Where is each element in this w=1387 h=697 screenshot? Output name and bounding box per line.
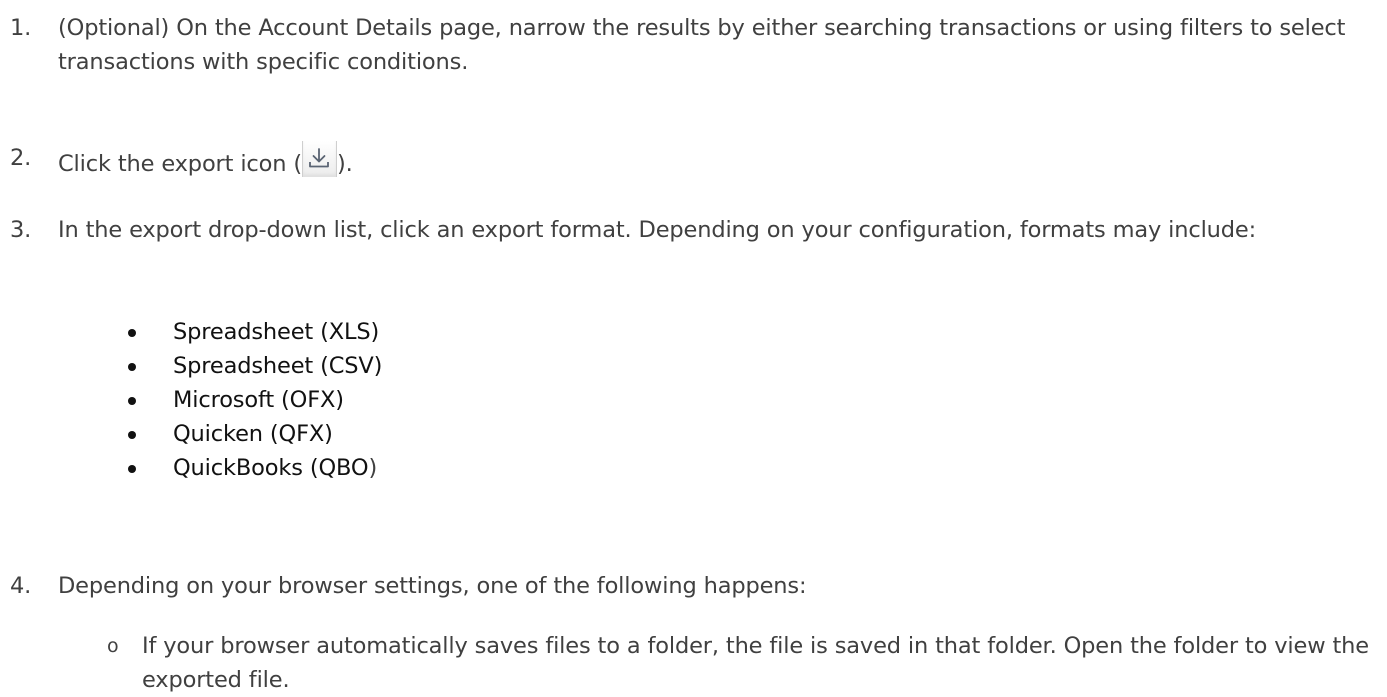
format-label-suffix: ) xyxy=(368,455,378,481)
format-label: Microsoft (OFX) xyxy=(173,387,344,413)
bullet-icon xyxy=(128,431,136,439)
step-text: (Optional) On the Account Details page, … xyxy=(58,15,1346,75)
step-text: Depending on your browser settings, one … xyxy=(58,573,807,599)
format-label-main: QuickBooks (QBO xyxy=(173,455,369,481)
step-number: 3. xyxy=(10,217,32,243)
step-text-after: ). xyxy=(337,151,353,177)
format-label: QuickBooks (QBO) xyxy=(173,451,377,485)
format-label: Spreadsheet (XLS) xyxy=(173,319,380,345)
bullet-icon xyxy=(128,329,136,337)
bullet-icon xyxy=(128,397,136,405)
format-label: Quicken (QFX) xyxy=(173,421,333,447)
step-number: 1. xyxy=(10,15,32,41)
export-download-icon[interactable] xyxy=(302,141,338,177)
bullet-icon xyxy=(128,465,136,473)
step-text: Click the export icon (). xyxy=(58,141,1378,181)
step-text-before: Click the export icon ( xyxy=(58,151,303,177)
step-text: In the export drop-down list, click an e… xyxy=(58,217,1257,243)
bullet-icon xyxy=(128,363,136,371)
step-number: 2. xyxy=(10,145,32,171)
download-icon xyxy=(309,148,329,168)
format-label: Spreadsheet (CSV) xyxy=(173,353,383,379)
step-number: 4. xyxy=(10,573,32,599)
sub-bullet-icon: o xyxy=(107,635,119,657)
sub-item-text: If your browser automatically saves file… xyxy=(142,633,1369,693)
